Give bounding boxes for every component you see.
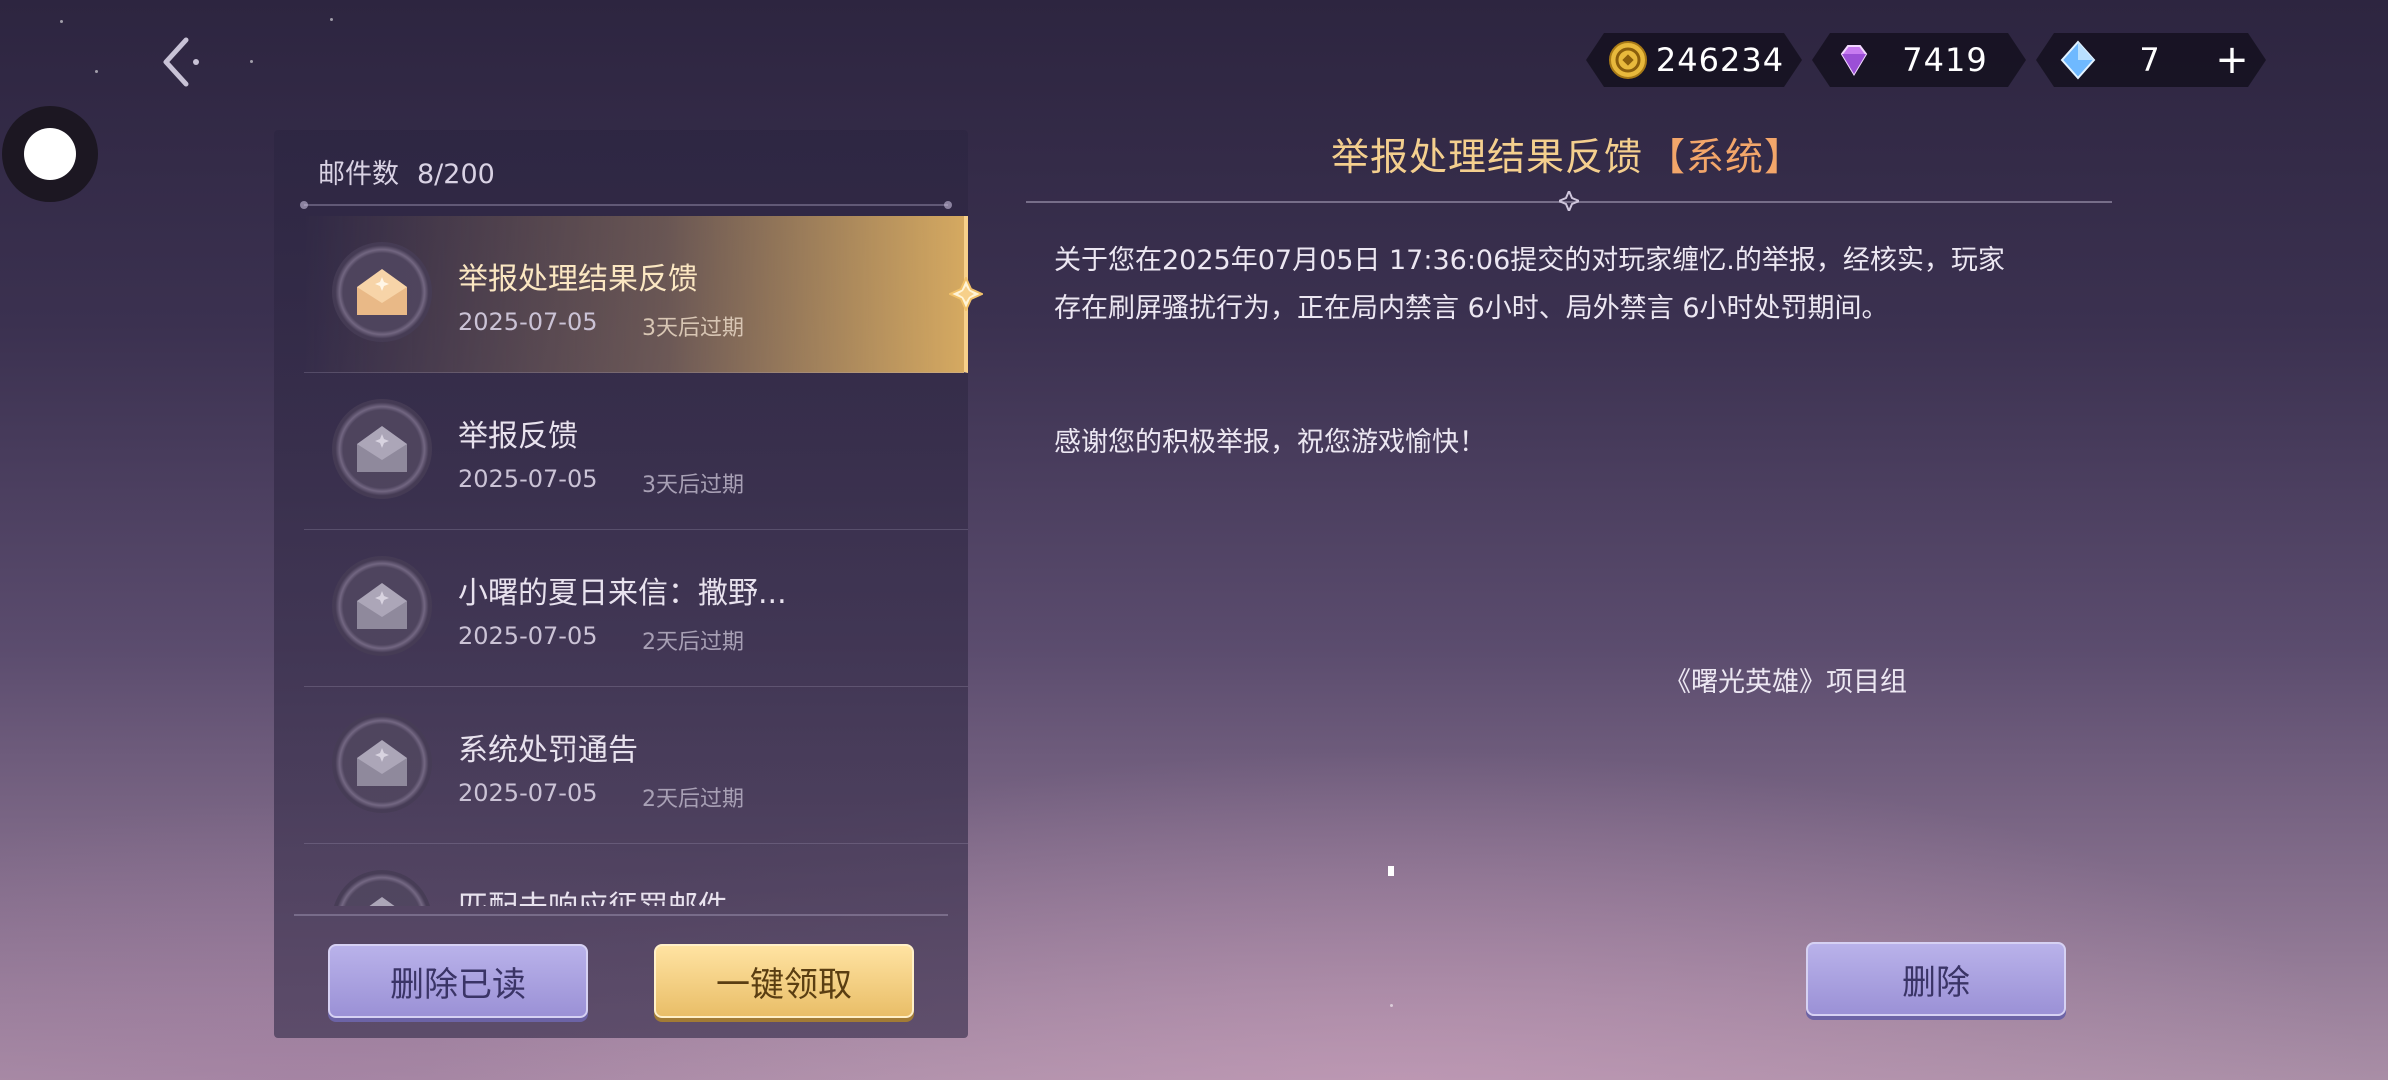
envelope-open-icon	[332, 399, 432, 499]
currency-gold: 246234	[1586, 33, 1802, 87]
delete-mail-button[interactable]: 删除	[1806, 942, 2066, 1016]
divider	[294, 914, 948, 916]
mail-list[interactable]: 举报处理结果反馈 2025-07-05 3天后过期 举报反馈 2025-07-0…	[304, 216, 968, 906]
gold-coin-icon	[1608, 40, 1648, 80]
envelope-open-icon	[332, 870, 432, 906]
mail-item[interactable]: 匹配未响应惩罚邮件	[304, 844, 968, 906]
claim-all-button[interactable]: 一键领取	[654, 944, 914, 1018]
chevron-left-icon	[163, 37, 199, 87]
mail-list-panel: 邮件数 8/200 举报处理结果反馈 2025-07-05 3天后过期 举报反馈 …	[274, 130, 968, 1038]
mail-item[interactable]: 小曙的夏日来信：撒野... 2025-07-05 2天后过期	[304, 530, 968, 687]
delete-read-button[interactable]: 删除已读	[328, 944, 588, 1018]
add-currency-button[interactable]: +	[2212, 37, 2252, 83]
currency-diamond: 7419	[1812, 33, 2026, 87]
blue-crystal-icon	[2058, 40, 2098, 80]
floating-assistive-button[interactable]	[2, 106, 98, 202]
envelope-open-icon	[332, 242, 432, 342]
back-button[interactable]	[150, 32, 210, 92]
selected-marker-icon	[949, 277, 983, 311]
envelope-open-icon	[332, 713, 432, 813]
divider	[300, 201, 952, 209]
envelope-open-icon	[332, 556, 432, 656]
purple-diamond-icon	[1834, 40, 1874, 80]
mail-item[interactable]: 系统处罚通告 2025-07-05 2天后过期	[304, 687, 968, 844]
mail-detail-body: 关于您在2025年07月05日 17:36:06提交的对玩家缠忆.的举报，经核实…	[1054, 245, 2005, 458]
currency-crystal: 7 +	[2036, 33, 2266, 87]
mail-item-selected[interactable]: 举报处理结果反馈 2025-07-05 3天后过期	[304, 216, 968, 373]
divider-ornament-icon	[1559, 191, 1579, 211]
mail-signature: 《曙光英雄》项目组	[1664, 667, 1907, 698]
mail-item[interactable]: 举报反馈 2025-07-05 3天后过期	[304, 373, 968, 530]
mail-detail-title: 举报处理结果反馈 【系统】	[1330, 135, 1804, 179]
mail-count: 邮件数 8/200	[318, 159, 495, 190]
circle-icon	[24, 128, 76, 180]
